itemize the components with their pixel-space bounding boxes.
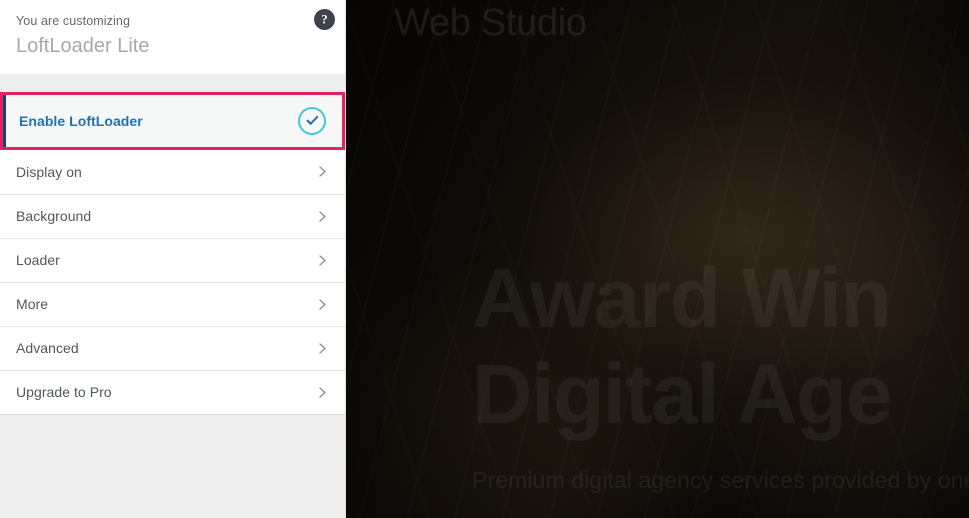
hero-title-line-1: Award Win [472,251,892,345]
enable-loftloader-row[interactable]: Enable LoftLoader [3,94,342,147]
menu-item-label: Loader [16,252,60,268]
chevron-right-icon [314,208,330,224]
site-logo[interactable]: Web Studio [394,2,587,46]
check-circle-icon[interactable] [298,106,326,135]
sidebar-empty-area [0,414,345,518]
menu-item-upgrade-to-pro[interactable]: Upgrade to Pro [0,369,345,414]
menu-item-label: Advanced [16,340,79,356]
customizer-app: You are customizing LoftLoader Lite ? En… [0,0,969,518]
help-circle-icon[interactable]: ? [314,9,335,30]
hero-title-line-2: Digital Age [472,347,893,441]
menu-item-label: Display on [16,163,82,180]
enable-section-highlight: Enable LoftLoader [0,91,345,150]
menu-item-label: Background [16,208,92,224]
customizer-menu-list: Display on Background Loader More Advanc… [0,149,345,415]
menu-item-more[interactable]: More [0,281,345,326]
chevron-right-icon [314,252,330,268]
menu-item-background[interactable]: Background [0,193,345,238]
hero-subtitle: Premium digital agency services provided… [472,467,969,493]
chevron-right-icon [314,296,330,312]
menu-item-label: More [16,296,49,312]
menu-item-display-on[interactable]: Display on [0,149,345,194]
chevron-right-icon [314,164,330,180]
customizer-header: You are customizing LoftLoader Lite ? [0,0,345,74]
chevron-right-icon [314,384,330,400]
menu-item-loader[interactable]: Loader [0,237,345,282]
panel-gap-divider [0,73,345,92]
page-title: LoftLoader Lite [16,34,150,57]
chevron-right-icon [314,340,330,356]
help-glyph: ? [321,11,328,27]
menu-item-advanced[interactable]: Advanced [0,325,345,370]
enable-loftloader-label: Enable LoftLoader [19,112,143,129]
hero-section: Award Win Digital Age Premium digital ag… [472,250,969,496]
customizer-sidebar: You are customizing LoftLoader Lite ? En… [0,0,346,518]
menu-item-label: Upgrade to Pro [16,384,112,400]
customizing-eyebrow: You are customizing [16,14,131,28]
site-preview-pane[interactable]: Web Studio Award Win Digital Age Premium… [346,0,969,518]
